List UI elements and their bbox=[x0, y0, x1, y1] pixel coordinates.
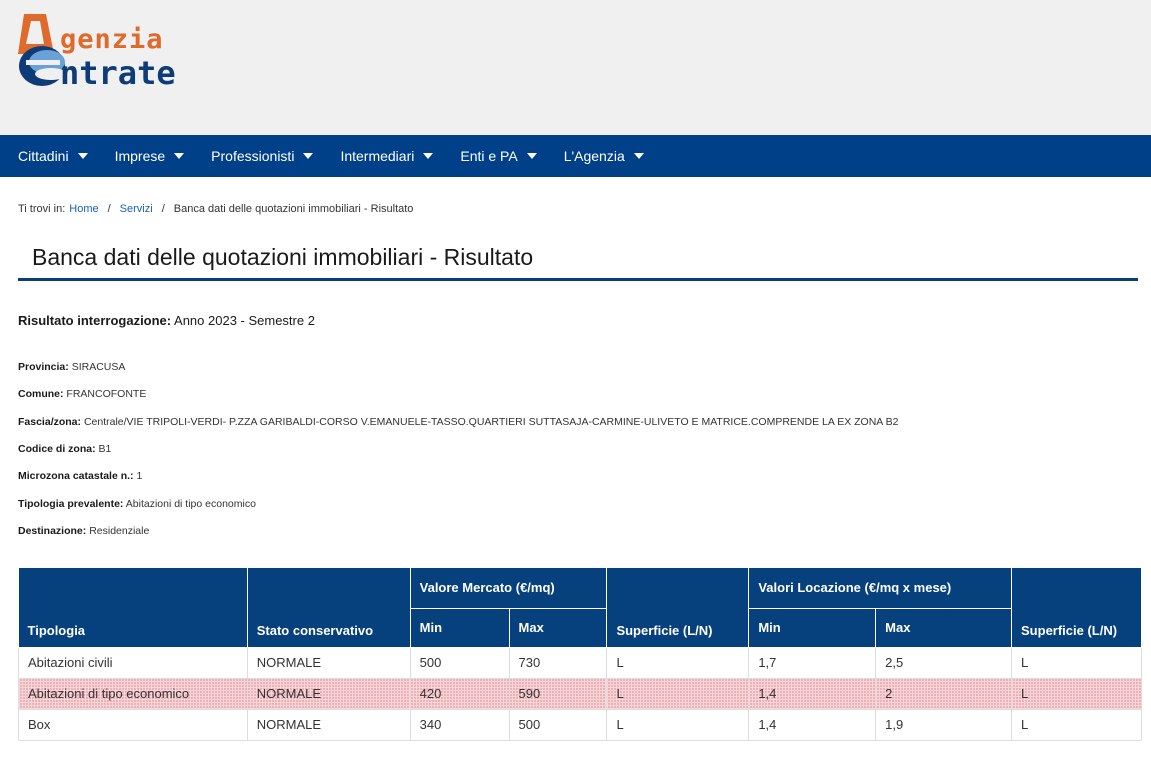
cell-superficie: L bbox=[606, 709, 750, 741]
info-label: Tipologia prevalente: bbox=[18, 498, 124, 510]
info-value: B1 bbox=[98, 443, 112, 455]
caret-down-icon bbox=[423, 153, 434, 159]
header-vl-min: Min bbox=[748, 608, 877, 648]
header-valore-mercato: Valore Mercato (€/mq) bbox=[410, 568, 608, 609]
info-label: Codice di zona: bbox=[18, 443, 96, 455]
info-label: Fascia/zona: bbox=[18, 416, 82, 428]
nav-item-enti-pa[interactable]: Enti e PA bbox=[460, 148, 537, 164]
quotazioni-table: Tipologia Stato conservativo Valore Merc… bbox=[18, 568, 1142, 741]
header-valori-locazione: Valori Locazione (€/mq x mese) bbox=[748, 568, 1013, 609]
cell-vl-max: 2,5 bbox=[875, 647, 1013, 679]
caret-down-icon bbox=[526, 153, 537, 159]
breadcrumb-current: Banca dati delle quotazioni immobiliari … bbox=[173, 203, 414, 215]
cell-vm-min: 420 bbox=[410, 678, 510, 710]
breadcrumb-home-link[interactable]: Home bbox=[69, 203, 98, 215]
cell-vm-max: 730 bbox=[509, 647, 608, 679]
result-label: Risultato interrogazione: bbox=[18, 313, 172, 328]
breadcrumb: Ti trovi in: Home / Servizi / Banca dati… bbox=[18, 203, 413, 215]
main-nav: Cittadini Imprese Professionisti Interme… bbox=[0, 135, 1151, 177]
cell-vl-max: 2 bbox=[875, 678, 1013, 710]
info-value: Centrale/VIE TRIPOLI-VERDI- P.ZZA GARIBA… bbox=[83, 416, 899, 428]
cell-tipologia: Abitazioni di tipo economico bbox=[18, 678, 248, 710]
breadcrumb-separator: / bbox=[161, 203, 165, 215]
result-summary: Risultato interrogazione: Anno 2023 - Se… bbox=[18, 313, 315, 328]
nav-item-label: L'Agenzia bbox=[563, 148, 625, 164]
info-value: Residenziale bbox=[89, 525, 150, 537]
cell-vm-max: 500 bbox=[509, 709, 608, 741]
caret-down-icon bbox=[633, 153, 644, 159]
agenzia-entrate-logo[interactable]: genzia ntrate bbox=[14, 12, 254, 92]
cell-stato: NORMALE bbox=[247, 647, 411, 679]
info-label: Provincia: bbox=[18, 361, 69, 373]
cell-superficie-locazione: L bbox=[1011, 678, 1142, 710]
cell-superficie: L bbox=[606, 647, 750, 679]
header-superficie: Superficie (L/N) bbox=[606, 568, 750, 648]
info-tipologia-prevalente: Tipologia prevalente: Abitazioni di tipo… bbox=[18, 498, 256, 510]
cell-stato: NORMALE bbox=[247, 709, 411, 741]
site-header: genzia ntrate bbox=[0, 0, 1151, 135]
cell-superficie-locazione: L bbox=[1011, 709, 1142, 741]
info-value: FRANCOFONTE bbox=[66, 388, 147, 400]
table-header-row: Tipologia Stato conservativo Valore Merc… bbox=[18, 568, 1142, 648]
info-label: Destinazione: bbox=[18, 525, 87, 537]
result-value: Anno 2023 - Semestre 2 bbox=[174, 313, 315, 328]
logo-text-line1: genzia bbox=[60, 24, 164, 55]
nav-item-professionisti[interactable]: Professionisti bbox=[211, 148, 314, 164]
title-divider bbox=[18, 278, 1138, 281]
info-codice-zona: Codice di zona: B1 bbox=[18, 443, 111, 455]
nav-item-label: Imprese bbox=[114, 148, 166, 164]
header-tipologia: Tipologia bbox=[18, 568, 248, 648]
logo-text-line2: ntrate bbox=[60, 54, 176, 92]
table-row: Box NORMALE 340 500 L 1,4 1,9 L bbox=[18, 709, 1142, 741]
info-value: Abitazioni di tipo economico bbox=[125, 498, 256, 510]
breadcrumb-servizi-link[interactable]: Servizi bbox=[120, 203, 153, 215]
nav-item-agenzia[interactable]: L'Agenzia bbox=[564, 148, 644, 164]
cell-superficie-locazione: L bbox=[1011, 647, 1142, 679]
cell-vl-min: 1,4 bbox=[748, 678, 877, 710]
nav-item-label: Professionisti bbox=[211, 148, 295, 164]
cell-vl-min: 1,7 bbox=[748, 647, 877, 679]
breadcrumb-separator: / bbox=[107, 203, 111, 215]
cell-vm-min: 340 bbox=[410, 709, 510, 741]
table-row: Abitazioni civili NORMALE 500 730 L 1,7 … bbox=[18, 647, 1142, 679]
header-vm-min: Min bbox=[410, 608, 510, 648]
info-provincia: Provincia: SIRACUSA bbox=[18, 361, 125, 373]
caret-down-icon bbox=[174, 153, 185, 159]
breadcrumb-prefix: Ti trovi in: bbox=[18, 203, 66, 215]
info-label: Comune: bbox=[18, 388, 64, 400]
caret-down-icon bbox=[303, 153, 314, 159]
header-vm-max: Max bbox=[509, 608, 608, 648]
cell-tipologia: Box bbox=[18, 709, 248, 741]
nav-item-label: Cittadini bbox=[18, 148, 69, 164]
header-vl-max: Max bbox=[875, 608, 1013, 648]
table-row-highlighted: Abitazioni di tipo economico NORMALE 420… bbox=[18, 678, 1142, 710]
info-value: SIRACUSA bbox=[71, 361, 126, 373]
cell-tipologia: Abitazioni civili bbox=[18, 647, 248, 679]
cell-vl-max: 1,9 bbox=[875, 709, 1013, 741]
header-stato-conservativo: Stato conservativo bbox=[247, 568, 411, 648]
nav-item-label: Intermediari bbox=[340, 148, 415, 164]
header-superficie-locazione: Superficie (L/N) bbox=[1011, 568, 1142, 648]
caret-down-icon bbox=[77, 153, 88, 159]
cell-stato: NORMALE bbox=[247, 678, 411, 710]
info-microzona: Microzona catastale n.: 1 bbox=[18, 470, 142, 482]
cell-vm-min: 500 bbox=[410, 647, 510, 679]
nav-item-imprese[interactable]: Imprese bbox=[115, 148, 185, 164]
cell-superficie: L bbox=[606, 678, 750, 710]
page-title: Banca dati delle quotazioni immobiliari … bbox=[32, 244, 534, 270]
info-comune: Comune: FRANCOFONTE bbox=[18, 388, 146, 400]
page-title-section: Banca dati delle quotazioni immobiliari … bbox=[18, 240, 1138, 281]
cell-vl-min: 1,4 bbox=[748, 709, 877, 741]
cell-vm-max: 590 bbox=[509, 678, 608, 710]
nav-item-cittadini[interactable]: Cittadini bbox=[18, 148, 88, 164]
info-value: 1 bbox=[136, 470, 143, 482]
nav-item-intermediari[interactable]: Intermediari bbox=[340, 148, 434, 164]
info-fascia-zona: Fascia/zona: Centrale/VIE TRIPOLI-VERDI-… bbox=[18, 416, 898, 428]
info-label: Microzona catastale n.: bbox=[18, 470, 134, 482]
nav-item-label: Enti e PA bbox=[460, 148, 518, 164]
info-destinazione: Destinazione: Residenziale bbox=[18, 525, 149, 537]
